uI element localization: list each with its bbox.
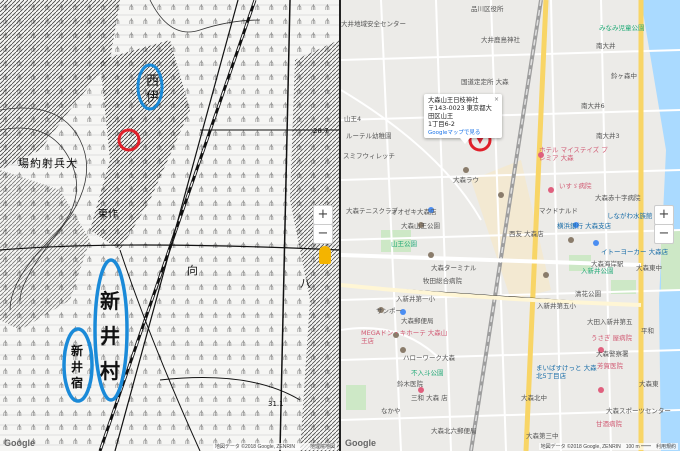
label-hotel: ホテル マイステイズ プレミア 大森 [539, 146, 608, 162]
label-mcd: マクドナルド [539, 207, 578, 215]
google-map-canvas [341, 0, 680, 451]
label-child: ルーテル幼稚園 [346, 132, 392, 140]
split-map-view: ⋔ [0, 0, 680, 451]
historical-topographic-map[interactable]: ⋔ [0, 0, 339, 451]
label-shinagawa-aquarium: しながわ水族館 [607, 212, 653, 220]
label-kou: 向 [187, 264, 198, 277]
pegman-icon[interactable] [319, 246, 331, 264]
label-haneda: 大森東 [639, 380, 659, 388]
zoom-in-button-right[interactable]: + [654, 205, 674, 225]
label-bell: 鈴木医院 [397, 380, 423, 388]
label-i: 井 [100, 324, 120, 348]
google-map[interactable]: 品川区役所 大井地域安全センター 大井鹿島神社 みなみ児童公園 南大井 鈴ヶ森中… [341, 0, 680, 451]
label-elevation-2: 31.1 [268, 400, 284, 408]
info-address1: 〒143-0023 東京都大田区山王 [428, 105, 492, 120]
label-ryokuka: 大森ラウ [453, 176, 479, 184]
label-mura: 村 [100, 359, 120, 383]
zoom-in-button[interactable]: + [313, 205, 333, 225]
label-mizuho: 牧田総合病院 [423, 277, 462, 285]
shrine-info-window[interactable]: 大森山王日枝神社 〒143-0023 東京都大田区山王 1丁目6-2 Googl… [424, 94, 502, 144]
label-shimin: 大森東中 [636, 264, 662, 272]
label-mizuno: みなみ児童公園 [599, 24, 645, 32]
label-sanno2: 山王公園 [391, 240, 417, 248]
label-ito-yokado: イトーヨーカー 大森店 [601, 248, 669, 256]
attribution-right[interactable]: 地図データ ©2018 Google, ZENRIN 100 m ━━ 利用規約 [538, 443, 678, 450]
label-matsuya: サンポー [376, 307, 402, 315]
label-yokohama: 横浜銀行 大森支店 [557, 222, 612, 230]
label-hotel2: 大田入新井第五 [587, 318, 633, 326]
zoom-out-button[interactable]: − [313, 224, 333, 244]
label-heiwa: 平和 [641, 327, 654, 335]
label-minamiooi6: 南大井6 [581, 102, 605, 110]
close-icon[interactable]: × [494, 96, 499, 104]
label-sports: 大森スポーツセンター [606, 407, 671, 415]
info-title: 大森山王日枝神社 [428, 97, 479, 104]
label-omori-police: 大森警察署 [596, 350, 629, 358]
label-hospital: 大森赤十字病院 [595, 194, 641, 202]
label-mamiya: まいばすけっと 大森北5丁目店 [536, 364, 597, 380]
zoom-out-button-right[interactable]: − [654, 224, 674, 244]
label-sanno4: 山王4 [344, 115, 362, 123]
label-i-small: 井 [71, 360, 84, 374]
label-iriarai: 入新井公園 [581, 267, 614, 275]
label-kiyoshi: 入新井第一小 [396, 295, 435, 303]
google-logo-left[interactable]: Google [4, 438, 35, 448]
label-kokuritsu: 国道定定所 大森 [461, 78, 509, 86]
label-kamata: 甘酒病院 [596, 420, 622, 428]
label-minami: 大森第三中 [526, 432, 559, 440]
label-shuku: 宿 [71, 376, 84, 390]
label-suzugamori: 鈴ヶ森中 [611, 72, 637, 80]
label-oi-shrine: 大井鹿島神社 [481, 36, 520, 44]
label-shin-small: 新 [71, 344, 84, 358]
label-smile: スミフウィレッチ [343, 152, 395, 160]
label-hello: ハローワーク大森 [403, 354, 455, 362]
label-fuji: 不入斗公園 [411, 369, 444, 377]
info-link[interactable]: Googleマップで見る [428, 129, 498, 137]
label-sanno-park: 大森山王公園 [401, 222, 440, 230]
label-ito: 伊 [146, 90, 160, 105]
label-sanno-sento: 大森北中 [521, 394, 547, 402]
label-mega: MEGAドン・キホーテ 大森山王店 [361, 329, 448, 345]
label-nakaya: なかや [381, 407, 401, 415]
label-shin: 新 [100, 289, 120, 313]
label-iseya: いすゞ病院 [559, 182, 592, 190]
label-minamioi: 南大井 [596, 42, 616, 50]
label-police: 大井地域安全センター [341, 20, 406, 28]
label-shooting-range: 場約射兵大 [18, 157, 78, 170]
label-elevation: 28.7 [313, 127, 329, 135]
label-tousaku: 東作 [98, 209, 118, 220]
label-ozeki: オオゼキ大森店 [391, 208, 437, 216]
label-shinagawa: 品川区役所 [471, 5, 504, 13]
label-nishi: 西友 大森店 [509, 230, 544, 238]
label-sanwa: 三和 大森 店 [411, 394, 448, 402]
label-usagi: うさぎ 屋病院 [591, 334, 633, 342]
label-minamiooi3: 南大井3 [596, 132, 620, 140]
attribution-left[interactable]: 地図データ ©2018 Google, ZENRIN 地理院地図 [212, 443, 337, 450]
info-address2: 1丁目6-2 [428, 121, 455, 128]
label-hachi: 八 [300, 277, 311, 290]
google-logo-right[interactable]: Google [345, 438, 376, 448]
label-kibou: 大森郵便局 [401, 317, 434, 325]
label-kita6: 大森北六郵便局 [431, 427, 477, 435]
label-kitashu: 入新井第五小 [537, 302, 576, 310]
label-kiyosu: 清花公園 [575, 290, 601, 298]
label-seiyu: 大森ターミナル [431, 264, 477, 272]
historical-map-canvas: ⋔ [0, 0, 339, 451]
